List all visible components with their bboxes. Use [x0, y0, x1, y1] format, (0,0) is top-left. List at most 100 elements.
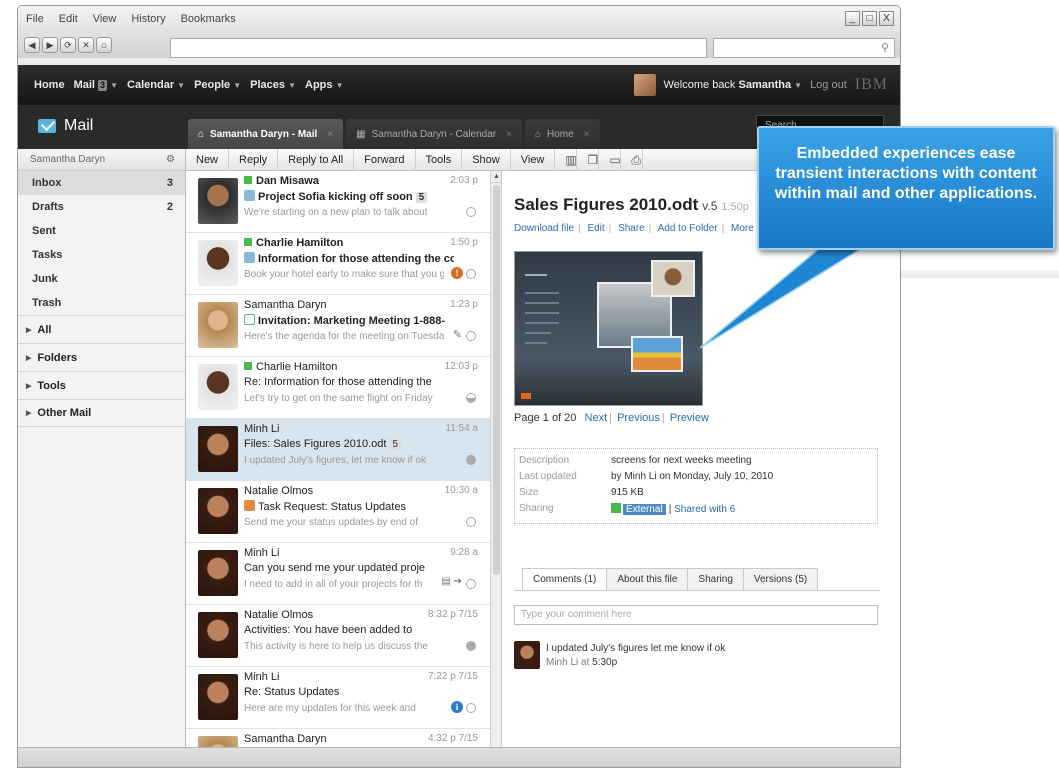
read-status-circle[interactable] — [466, 455, 476, 465]
minimize-button[interactable]: _ — [845, 11, 860, 26]
list-item[interactable]: Samantha Daryn Invitation: Marketing Mee… — [186, 295, 490, 357]
sidebar-item-label: Sent — [32, 225, 56, 237]
sidebar-item-trash[interactable]: Trash — [18, 291, 185, 315]
project-icon — [244, 190, 255, 201]
next-page-link[interactable]: Next — [585, 412, 608, 424]
list-item[interactable]: Minh Li Re: Status Updates Here are my u… — [186, 667, 490, 729]
read-status-circle[interactable] — [466, 269, 476, 279]
gear-icon[interactable]: ⚙ — [166, 154, 175, 165]
previous-page-link[interactable]: Previous — [617, 412, 660, 424]
tab-home[interactable]: ⌂ Home × — [524, 119, 600, 149]
sidebar-item-sent[interactable]: Sent — [18, 219, 185, 243]
sidebar-section-folders[interactable]: ▶ Folders — [18, 343, 185, 371]
read-status-circle[interactable] — [466, 703, 476, 713]
paperclip-icon: ✎ — [452, 329, 462, 341]
nav-calendar[interactable]: Calendar ▼ — [127, 79, 185, 91]
menu-view[interactable]: View — [93, 13, 117, 25]
list-scrollbar[interactable]: ▲ — [490, 171, 501, 767]
share-link[interactable]: Share — [618, 223, 645, 234]
tab-versions[interactable]: Versions (5) — [742, 568, 819, 590]
view-button[interactable]: View — [511, 148, 556, 171]
document-thumbnail[interactable] — [514, 251, 703, 406]
list-item[interactable]: Charlie Hamilton Information for those a… — [186, 233, 490, 295]
meta-value: screens for next weeks meeting — [611, 455, 752, 466]
menu-edit[interactable]: Edit — [59, 13, 78, 25]
nav-home[interactable]: Home — [34, 79, 65, 91]
sidebar-item-junk[interactable]: Junk — [18, 267, 185, 291]
menu-history[interactable]: History — [131, 13, 165, 25]
print-icon[interactable]: ⎙ — [621, 148, 644, 171]
nav-people[interactable]: People ▼ — [194, 79, 241, 91]
welcome-text[interactable]: Welcome back Samantha ▼ — [664, 79, 803, 91]
list-item[interactable]: Natalie Olmos Task Request: Status Updat… — [186, 481, 490, 543]
read-status-circle[interactable] — [466, 207, 476, 217]
chevron-down-icon: ▼ — [794, 81, 803, 90]
read-status-circle[interactable] — [466, 579, 476, 589]
home-button[interactable]: ⌂ — [96, 36, 112, 53]
account-header[interactable]: Samantha Daryn ⚙ — [18, 149, 185, 171]
sidebar-section-other-mail[interactable]: ▶ Other Mail — [18, 399, 185, 427]
address-bar[interactable] — [170, 38, 707, 58]
nav-apps[interactable]: Apps ▼ — [305, 79, 343, 91]
tab-sharing[interactable]: Sharing — [687, 568, 744, 590]
list-item[interactable]: Minh Li Files: Sales Figures 2010.odt 5 I… — [186, 419, 490, 481]
sidebar-section-all[interactable]: ▶ All — [18, 315, 185, 343]
file-tabs: Comments (1) About this file Sharing Ver… — [522, 568, 819, 590]
avatar — [198, 178, 238, 224]
back-button[interactable]: ◀ — [24, 36, 40, 53]
list-item[interactable]: Minh Li Can you send me your updated pro… — [186, 543, 490, 605]
close-icon[interactable]: × — [584, 129, 590, 140]
tab-about[interactable]: About this file — [606, 568, 689, 590]
stop-button[interactable]: ✕ — [78, 36, 94, 53]
list-item[interactable]: Dan Misawa Project Sofia kicking off soo… — [186, 171, 490, 233]
download-link[interactable]: Download file — [514, 223, 574, 234]
close-icon[interactable]: × — [506, 129, 512, 140]
online-status-icon — [244, 238, 252, 246]
reply-button[interactable]: Reply — [229, 148, 279, 171]
tab-calendar[interactable]: ▦ Samantha Daryn - Calendar × — [346, 119, 522, 149]
forward-mail-button[interactable]: Forward — [354, 148, 416, 171]
new-button[interactable]: New — [186, 148, 230, 171]
close-icon[interactable]: × — [327, 129, 333, 140]
reload-button[interactable]: ⟳ — [60, 36, 76, 53]
read-status-circle[interactable] — [466, 641, 476, 651]
add-to-folder-link[interactable]: Add to Folder — [658, 223, 718, 234]
sidebar-item-tasks[interactable]: Tasks — [18, 243, 185, 267]
file-name: Sales Figures 2010.odt — [514, 195, 699, 214]
edit-link[interactable]: Edit — [587, 223, 604, 234]
browser-search-field[interactable]: ⚲ — [713, 38, 895, 58]
nav-mail[interactable]: Mail 3 ▼ — [74, 79, 118, 91]
list-item[interactable]: Natalie Olmos Activities: You have been … — [186, 605, 490, 667]
close-window-button[interactable]: X — [879, 11, 894, 26]
file-actions: Download file | Edit | Share | Add to Folde… — [514, 223, 762, 234]
sidebar-item-inbox[interactable]: Inbox 3 — [18, 171, 185, 195]
menu-bookmarks[interactable]: Bookmarks — [181, 13, 236, 25]
tools-button[interactable]: Tools — [416, 148, 463, 171]
info-icon: i — [451, 701, 463, 713]
trash-icon[interactable]: ▥ — [555, 148, 578, 171]
logout-link[interactable]: Log out — [810, 79, 847, 91]
scroll-up-icon[interactable]: ▲ — [491, 171, 501, 183]
read-status-circle[interactable] — [466, 393, 476, 403]
tab-mail[interactable]: ⌂ Samantha Daryn - Mail × — [188, 119, 344, 149]
shared-with-link[interactable]: Shared with 6 — [674, 504, 735, 515]
sidebar-item-drafts[interactable]: Drafts 2 — [18, 195, 185, 219]
show-button[interactable]: Show — [462, 148, 511, 171]
maximize-button[interactable]: □ — [862, 11, 877, 26]
menu-file[interactable]: File — [26, 13, 44, 25]
folder-icon[interactable]: ▭ — [599, 148, 622, 171]
avatar[interactable] — [633, 74, 656, 96]
tab-comments[interactable]: Comments (1) — [522, 568, 608, 590]
reply-all-button[interactable]: Reply to All — [278, 148, 355, 171]
read-status-circle[interactable] — [466, 517, 476, 527]
sidebar-section-tools[interactable]: ▶ Tools — [18, 371, 185, 399]
copy-icon[interactable]: ❐ — [577, 148, 600, 171]
scroll-thumb[interactable] — [493, 185, 500, 575]
forward-button[interactable]: ▶ — [42, 36, 58, 53]
nav-places[interactable]: Places ▼ — [250, 79, 296, 91]
list-item[interactable]: Charlie Hamilton Re: Information for tho… — [186, 357, 490, 419]
comment-input[interactable]: Type your comment here — [514, 605, 878, 625]
app-tabs: ⌂ Samantha Daryn - Mail × ▦ Samantha Daryn … — [188, 119, 603, 149]
read-status-circle[interactable] — [466, 331, 476, 341]
preview-link[interactable]: Preview — [670, 412, 709, 424]
